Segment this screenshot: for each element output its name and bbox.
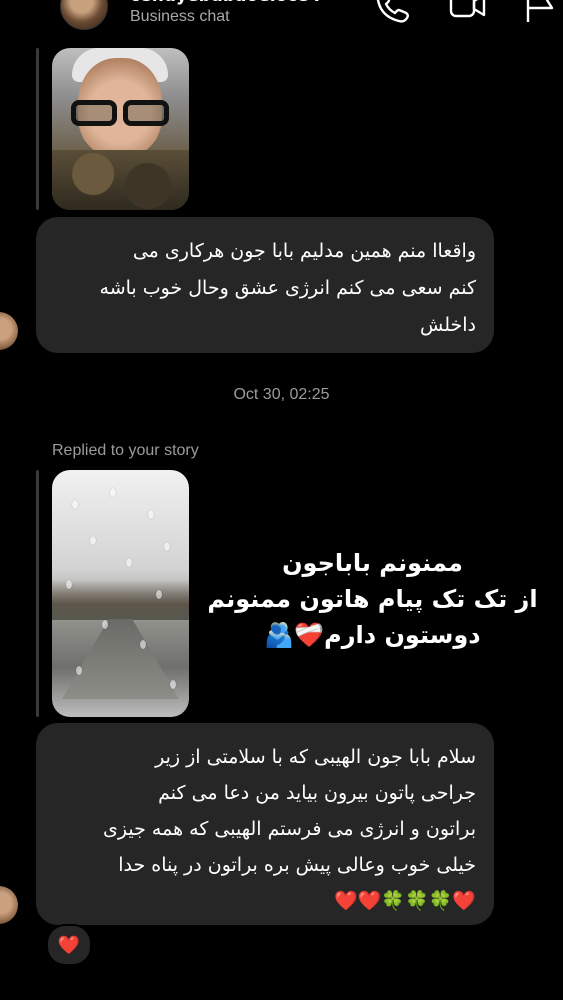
message-line: خیلی خوب وعالی پیش بره براتون در پناه حد… <box>118 854 476 876</box>
header-avatar[interactable] <box>60 0 108 30</box>
story-caption-line: ممنونم باباجون <box>282 549 463 577</box>
reply-guide-bar <box>36 470 39 717</box>
video-icon[interactable] <box>448 0 488 26</box>
replied-to-story-label: Replied to your story <box>52 442 199 459</box>
message-emoji-line: ❤️🍀🍀🍀❤️❤️ <box>334 890 476 912</box>
flag-icon[interactable] <box>522 0 562 26</box>
photo-detail <box>66 100 174 128</box>
story-thumbnail-rain[interactable] <box>52 470 189 717</box>
story-thumbnail-selfie[interactable] <box>52 48 189 210</box>
story-caption-line: از تک تک پیام هاتون ممنونم <box>207 585 538 613</box>
message-line: جراحی پاتون بیرون بیاید من دعا می کنم <box>158 782 476 804</box>
message-line: کنم سعی می کنم انرژی عشق وحال خوب باشه <box>99 277 476 299</box>
message-timestamp: Oct 30, 02:25 <box>233 386 330 403</box>
message-line: واقعاا منم همین مدلیم بابا جون هرکاری می <box>132 240 476 262</box>
contact-subtitle: Business chat <box>130 8 230 25</box>
phone-icon[interactable] <box>372 0 412 26</box>
message-line: داخلش <box>420 314 476 336</box>
message-line: سلام بابا جون الهیبی که با سلامتی از زیر <box>155 746 476 768</box>
photo-detail <box>62 619 179 699</box>
story-caption-line: دوستون دارم❤️‍🩹🫂 <box>264 621 481 649</box>
sender-avatar[interactable] <box>0 312 18 350</box>
reaction-badge[interactable]: ❤️ <box>46 924 92 966</box>
contact-username[interactable]: oshuyebubaoeloos4 <box>130 0 321 6</box>
heart-icon: ❤️ <box>57 934 81 956</box>
reply-guide-bar <box>36 48 39 210</box>
photo-detail <box>52 150 189 210</box>
message-bubble[interactable]: واقعاا منم همین مدلیم بابا جون هرکاری می… <box>36 217 494 353</box>
photo-detail <box>52 580 189 620</box>
message-line: براتون و انرژی می فرستم الهیبی که همه جی… <box>103 818 476 840</box>
message-bubble[interactable]: سلام بابا جون الهیبی که با سلامتی از زیر… <box>36 723 494 925</box>
story-caption: ممنونم باباجون از تک تک پیام هاتون ممنون… <box>200 545 545 653</box>
sender-avatar[interactable] <box>0 886 18 924</box>
